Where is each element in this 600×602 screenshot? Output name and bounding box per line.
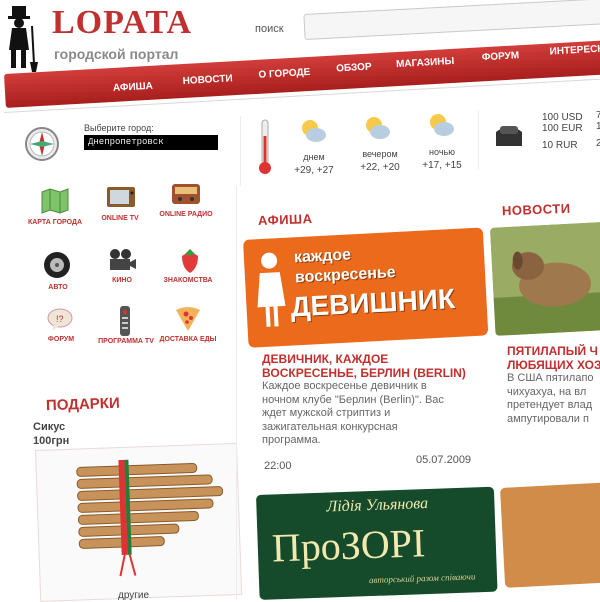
- tv-icon[interactable]: [105, 184, 137, 215]
- currency-eur-value: 1: [596, 121, 600, 132]
- service-label-map[interactable]: КАРТА ГОРОДА: [25, 218, 85, 227]
- news-headline[interactable]: ПЯТИЛАПЫЙ Ч ЛЮБЯЩИХ ХОЗ: [507, 344, 600, 372]
- news-text-line: ампутировали п: [507, 412, 589, 425]
- film-camera-icon[interactable]: [106, 247, 138, 278]
- news-image-2[interactable]: [500, 482, 600, 588]
- news-headline-line: ЛЮБЯЩИХ ХОЗ: [507, 358, 600, 372]
- banner2-caption: авторський разом співаючи: [368, 571, 476, 586]
- banner2-title: ПроЗОРІ: [271, 520, 426, 571]
- service-label-tv[interactable]: ONLINE TV: [90, 214, 150, 223]
- gift-name-line1: Сикус: [33, 421, 66, 433]
- woman-silhouette-icon: [257, 252, 286, 327]
- radio-icon[interactable]: [170, 182, 202, 211]
- news-text-line: В США пятилапо: [507, 372, 594, 384]
- news-text-line: чихуахуа, на вл: [507, 385, 587, 398]
- wallet-icon: [492, 122, 526, 155]
- nav-item-news[interactable]: НОВОСТИ: [182, 73, 233, 87]
- mascot-logo-figure: [2, 4, 42, 74]
- weather-night-temp: +17, +15: [422, 160, 462, 171]
- site-tagline: городской портал: [54, 46, 179, 62]
- afisha-title[interactable]: АФИША: [258, 211, 313, 228]
- banner-line2: воскресенье: [294, 264, 397, 287]
- site-logo[interactable]: LOPATA: [52, 4, 192, 42]
- event-desc-line: ждет мужской стриптиз и: [262, 407, 391, 419]
- thermometer-icon: [258, 118, 272, 181]
- news-text: В США пятилапо чихуахуа, на вл претендуе…: [507, 372, 600, 426]
- speech-bubble-icon[interactable]: !?: [46, 308, 74, 337]
- event-desc-line: зажигательная конкурсная: [262, 420, 398, 433]
- currency-rur-value: 2: [596, 138, 600, 149]
- service-label-food-delivery[interactable]: ДОСТАВКА ЕДЫ: [158, 335, 218, 344]
- weather-night-icon: [426, 111, 456, 144]
- currency-usd-value: 7: [596, 110, 600, 121]
- weather-evening-temp: +22, +20: [360, 162, 400, 173]
- event-time: 22:00: [264, 460, 292, 472]
- gift-price: 100грн: [33, 435, 70, 447]
- event-desc-line: ночном клубе "Берлин (Berlin)". Вас: [262, 393, 444, 406]
- pan-flute-icon: [76, 459, 224, 577]
- search-label: поиск: [255, 23, 284, 35]
- nav-item-forum[interactable]: ФОРУМ: [482, 50, 520, 63]
- nav-item-interesting[interactable]: ИНТЕРЕСНО: [549, 43, 600, 57]
- gifts-title: ПОДАРКИ: [45, 394, 120, 415]
- currency-rur: 10 RUR: [542, 140, 578, 151]
- pizza-icon[interactable]: [174, 304, 202, 337]
- weather-day-label: днем: [303, 152, 325, 162]
- column-divider: [240, 116, 241, 186]
- service-label-cinema[interactable]: КИНО: [92, 276, 152, 285]
- banner-line1: каждое: [293, 246, 352, 267]
- concert-banner[interactable]: Лідія Ульянова ПроЗОРІ авторський разом …: [256, 486, 498, 600]
- service-label-auto[interactable]: АВТО: [28, 283, 88, 292]
- event-desc-line: Каждое воскресенье девичник в: [262, 380, 427, 392]
- svg-text:!?: !?: [56, 314, 64, 324]
- wheel-icon[interactable]: [42, 250, 72, 285]
- gift-name[interactable]: Сикус 100грн: [33, 420, 69, 448]
- banner2-artist: Лідія Ульянова: [326, 495, 429, 516]
- nav-item-review[interactable]: ОБЗОР: [336, 61, 372, 74]
- weather-evening-label: вечером: [362, 149, 398, 159]
- gift-image[interactable]: [35, 442, 243, 602]
- news-text-line: претендует влад: [507, 399, 593, 411]
- nav-item-shops[interactable]: МАГАЗИНЫ: [396, 56, 455, 70]
- nav-item-about-city[interactable]: О ГОРОДЕ: [258, 67, 310, 81]
- weather-day-temp: +29, +27: [294, 165, 334, 176]
- weather-evening-icon: [362, 114, 392, 147]
- strawberry-icon[interactable]: [178, 246, 202, 279]
- event-title[interactable]: ДЕВИЧНИК, КАЖДОЕ ВОСКРЕСЕНЬЕ, БЕРЛИН (BE…: [262, 352, 482, 380]
- currency-usd: 100 USD: [542, 112, 583, 123]
- city-label: Выберите город:: [84, 123, 154, 133]
- news-image[interactable]: [490, 221, 600, 336]
- search-input[interactable]: [303, 0, 600, 40]
- city-select[interactable]: Днепропетровск: [84, 135, 218, 150]
- weather-night-label: ночью: [429, 147, 455, 157]
- news-title[interactable]: НОВОСТИ: [502, 201, 571, 218]
- service-label-forum[interactable]: ФОРУМ: [31, 335, 91, 344]
- column-divider: [478, 110, 479, 170]
- news-headline-line: ПЯТИЛАПЫЙ Ч: [507, 344, 598, 358]
- event-description: Каждое воскресенье девичник в ночном клу…: [262, 380, 487, 448]
- currency-eur: 100 EUR: [542, 123, 583, 134]
- weather-day-icon: [298, 117, 328, 150]
- nav-item-afisha[interactable]: АФИША: [113, 81, 154, 94]
- service-label-tv-program[interactable]: ПРОГРАММА TV: [96, 337, 156, 346]
- column-divider: [236, 186, 237, 600]
- puppy-photo: [490, 221, 600, 336]
- gifts-more-link[interactable]: другие: [118, 590, 149, 601]
- event-desc-line: программа.: [262, 434, 321, 446]
- service-label-radio[interactable]: ONLINE РАДИО: [156, 210, 216, 219]
- compass-icon: [22, 124, 62, 169]
- service-label-dating[interactable]: ЗНАКОМСТВА: [158, 276, 218, 285]
- afisha-banner[interactable]: каждое воскресенье ДЕВИШНИК: [243, 227, 489, 348]
- map-icon[interactable]: [40, 188, 70, 219]
- banner-line3: ДЕВИШНИК: [289, 283, 456, 323]
- event-date: 05.07.2009: [416, 454, 472, 466]
